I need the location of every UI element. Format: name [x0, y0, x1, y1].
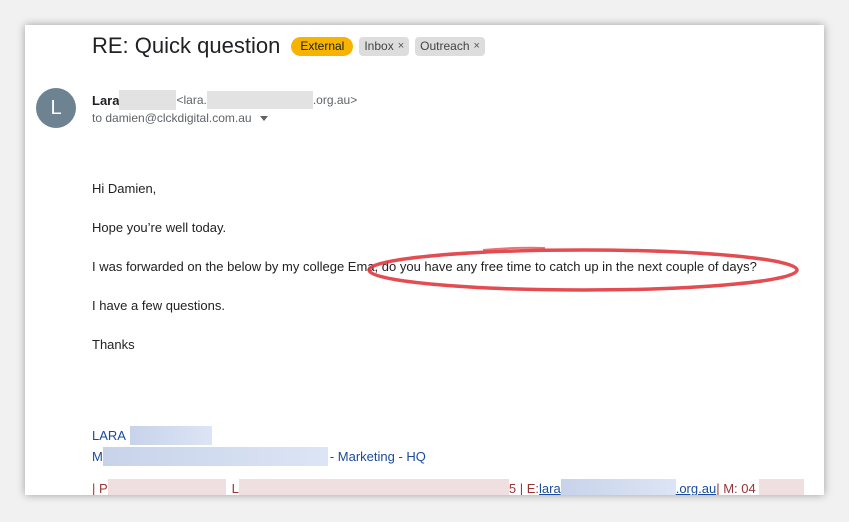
signature-contact: | P L 5 | E: lara .org.au | M: 04	[92, 479, 804, 495]
redacted-address	[238, 479, 509, 495]
inbox-label[interactable]: Inbox ×	[359, 36, 410, 56]
body-line-2-start: I was forwarded on the below by my colle…	[92, 259, 368, 274]
sender-avatar[interactable]: L	[36, 88, 76, 128]
redacted-phone	[107, 479, 226, 495]
sender-email-suffix: .org.au>	[312, 93, 358, 107]
email-card: RE: Quick question External Inbox × Outr…	[25, 25, 824, 495]
subject-row: RE: Quick question External Inbox × Outr…	[92, 33, 485, 59]
email-subject: RE: Quick question	[92, 33, 281, 58]
sender-line: Lara <lara. .org.au>	[92, 90, 357, 110]
chevron-down-icon[interactable]	[259, 115, 268, 121]
redacted-email	[206, 91, 313, 109]
remove-inbox-label-icon[interactable]: ×	[398, 39, 404, 54]
sender-name[interactable]: Lara	[92, 93, 119, 108]
signoff: Thanks	[92, 337, 135, 352]
redacted-signature-title	[102, 447, 328, 466]
outreach-label-text: Outreach	[420, 38, 470, 53]
outreach-label[interactable]: Outreach ×	[415, 36, 485, 56]
email-link-end: .org.au	[675, 481, 717, 495]
email-link-start: lara	[539, 481, 561, 495]
contact-mid-2: | M: 04	[716, 481, 756, 495]
signature-title-end: - Marketing - HQ	[329, 449, 426, 464]
remove-outreach-label-icon[interactable]: ×	[474, 39, 480, 54]
body-line-1: Hope you’re well today.	[92, 220, 227, 235]
signature-email-link[interactable]: lara .org.au	[539, 479, 716, 495]
highlight-ellipse	[367, 246, 799, 292]
redacted-email-link	[560, 479, 676, 495]
signature-name-text: LARA	[92, 428, 126, 443]
recipient-text: to damien@clckdigital.com.au	[92, 111, 252, 125]
signature-name: LARA	[92, 426, 212, 445]
greeting: Hi Damien,	[92, 181, 157, 196]
external-label: External	[291, 36, 354, 56]
recipient-line[interactable]: to damien@clckdigital.com.au	[92, 111, 268, 125]
redacted-signature-surname	[129, 426, 212, 445]
signature-title-start: M	[92, 449, 103, 464]
signature-title: M - Marketing - HQ	[92, 447, 426, 466]
inbox-label-text: Inbox	[364, 38, 394, 53]
redacted-mobile	[758, 479, 804, 495]
contact-start: | P	[92, 481, 108, 495]
sender-email-prefix: <lara.	[176, 93, 207, 107]
body-line-3: I have a few questions.	[92, 298, 225, 313]
contact-mid-1: 5 | E:	[508, 481, 540, 495]
redacted-surname	[119, 90, 177, 110]
